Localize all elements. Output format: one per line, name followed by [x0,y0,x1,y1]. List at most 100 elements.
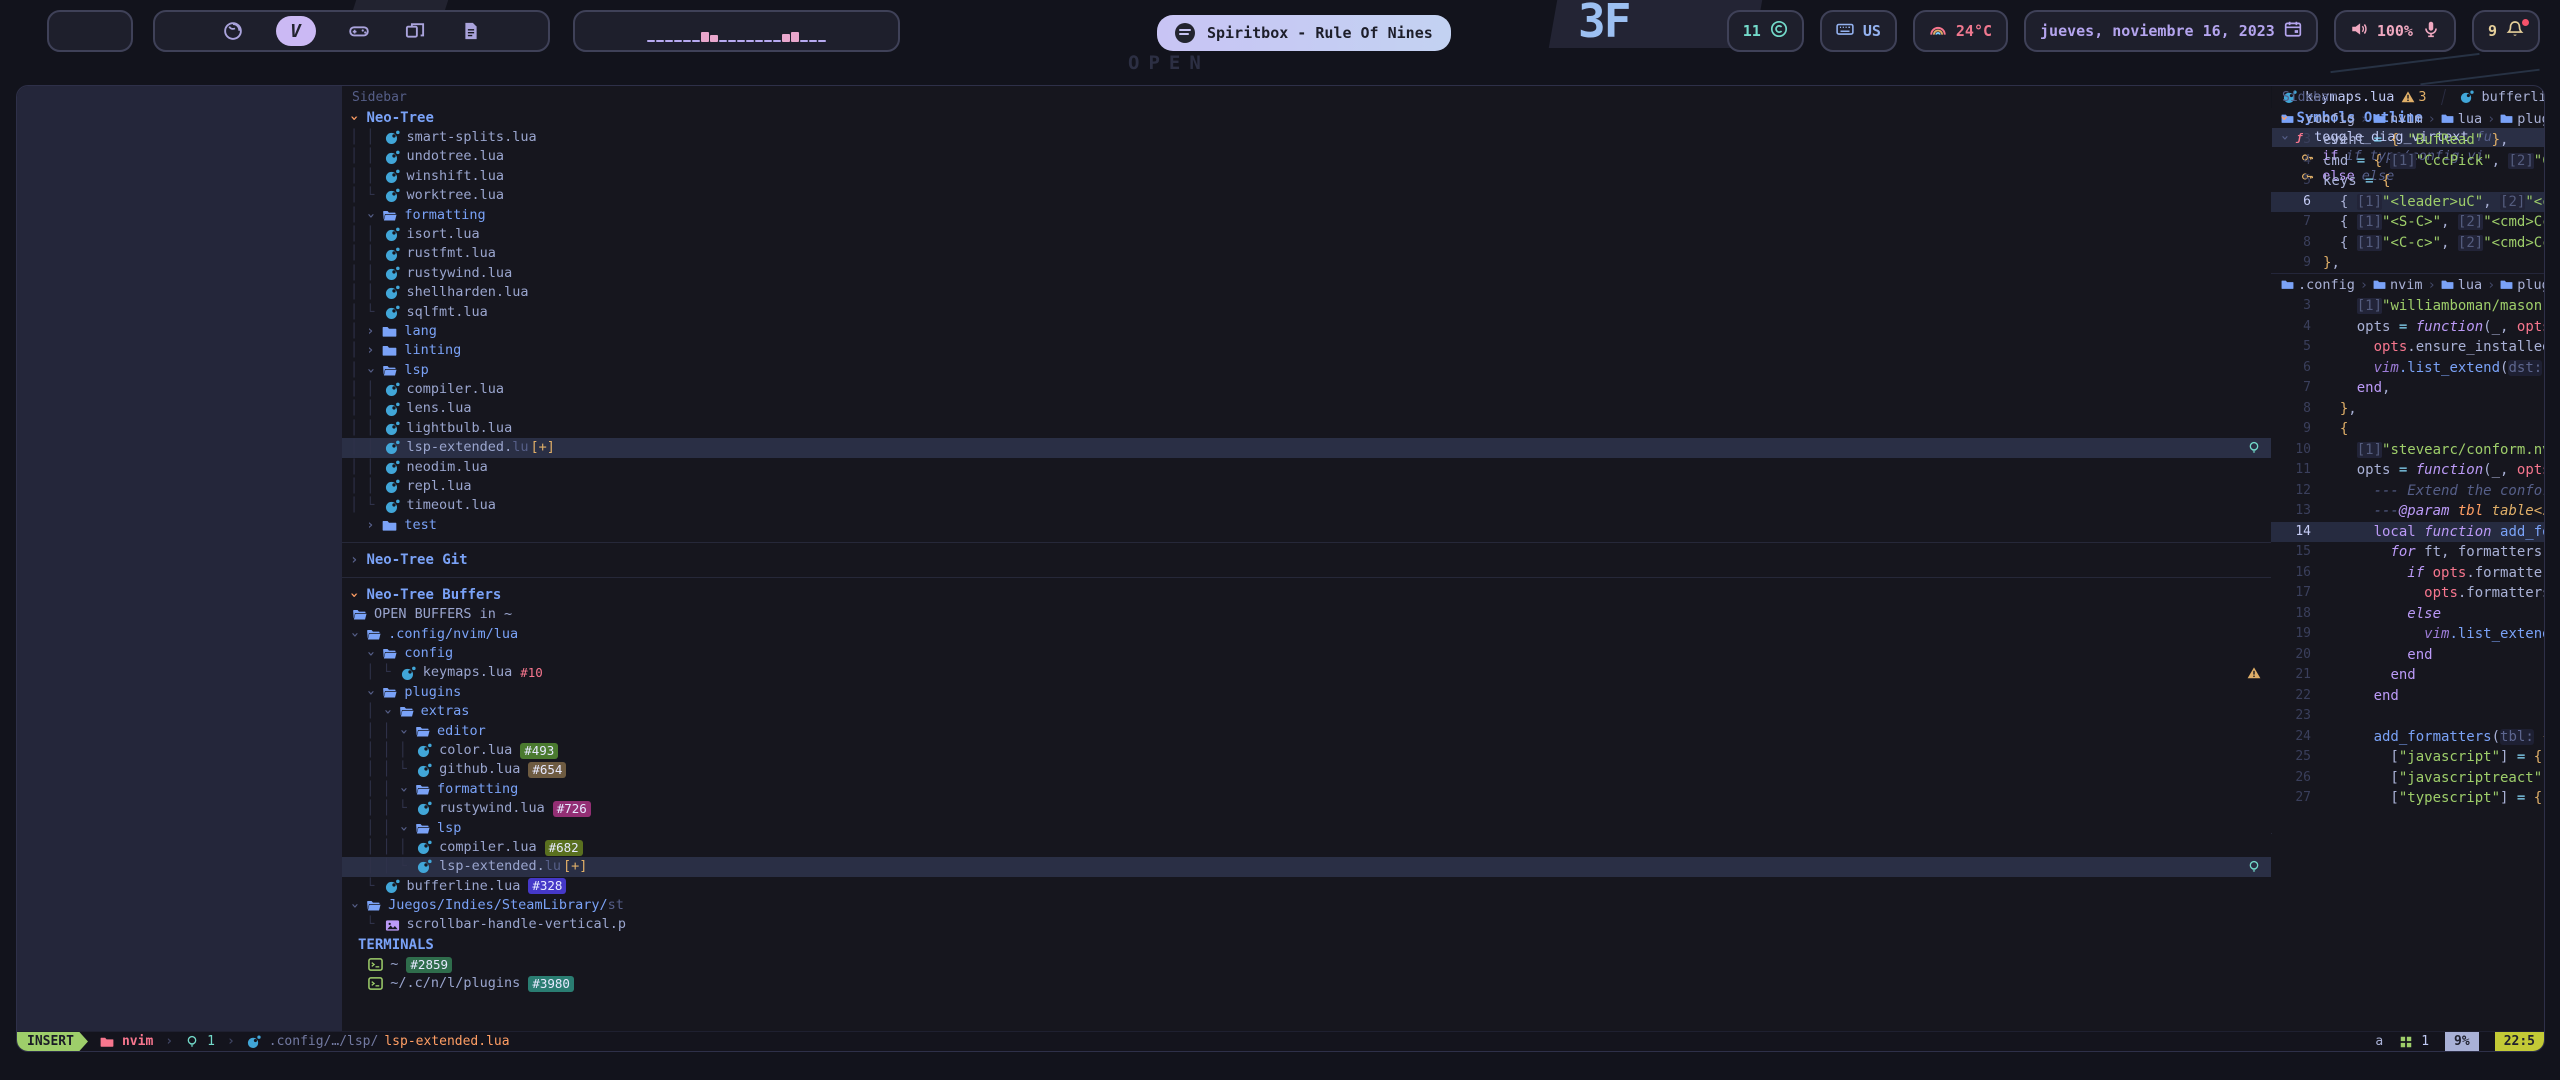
section-Neo-Tree[interactable]: ›Neo-Tree [342,108,2271,128]
modified-flag: [+] [563,857,587,876]
audio-visualizer [573,10,900,52]
music-player-pill[interactable]: Spiritbox - Rule Of Nines [1157,15,1451,51]
tree-item-neodim.lua[interactable]: │ │ neodim.lua [342,458,2271,477]
section-Neo-Tree Git[interactable]: ›Neo-Tree Git [342,550,2271,570]
launcher-button[interactable] [47,10,133,52]
workspace-firefox[interactable] [220,18,246,44]
tree-item-linting[interactable]: │ ›linting [342,341,2271,360]
terminal-icon [368,976,385,991]
tree-item-winshift.lua[interactable]: │ │ winshift.lua [342,167,2271,186]
line-number: 7 [2271,212,2323,233]
tree-item-undotree.lua[interactable]: │ │ undotree.lua [342,147,2271,166]
lua-icon [385,305,402,320]
breadcrumb-item[interactable]: nvim [2373,108,2423,130]
tree-item-smart-splits.lua[interactable]: │ │ smart-splits.lua [342,128,2271,147]
breadcrumb-item[interactable]: nvim [2373,274,2423,296]
breadcrumb-item[interactable]: lua [2441,108,2482,130]
section-separator [342,542,2271,543]
tree-item-OPEN BUFFERS in ~[interactable]: OPEN BUFFERS in ~ [342,605,2271,624]
tree-item-scrollbar-handle-vertical.p[interactable]: └ scrollbar-handle-vertical.p [342,915,2271,934]
code-line: 8 { [1]"<C-c>", [2]"<cmd>CccPick<cr>", d… [2271,233,2545,254]
warning-icon [2247,666,2261,680]
module-weather[interactable]: 24°C [1913,10,2008,52]
module-keyboard-layout[interactable]: US [1820,10,1897,52]
breadcrumb-text: nvim [2390,108,2423,130]
tree-item-bufferline.lua[interactable]: └ bufferline.lua#328 [342,877,2271,896]
tree-item-shellharden.lua[interactable]: │ │ shellharden.lua [342,283,2271,302]
section-Neo-Tree Buffers[interactable]: ›Neo-Tree Buffers [342,585,2271,605]
code-line: 9}, [2271,253,2545,274]
breadcrumb-item[interactable]: plugins [2500,274,2545,296]
buffer-number-badge: #726 [553,801,591,817]
tree-item-test[interactable]: ›test [342,516,2271,535]
tree-item-Juegos/Indies/SteamLibrary/[interactable]: ›Juegos/Indies/SteamLibrary/st [342,896,2271,915]
section-TERMINALS[interactable]: TERMINALS [342,935,2271,955]
module-notifications[interactable]: 9 [2472,10,2540,52]
tree-item-~[interactable]: ~#2859 [342,955,2271,974]
tree-item-color.lua[interactable]: │ │ │ color.lua#493 [342,741,2271,760]
lua-icon [385,266,402,281]
tree-item-sqlfmt.lua[interactable]: │ └ sqlfmt.lua [342,303,2271,322]
line-number: 9 [2271,419,2323,440]
tree-item-worktree.lua[interactable]: │ └ worktree.lua [342,186,2271,205]
tree-item-config[interactable]: ›config [342,644,2271,663]
breadcrumb-item[interactable]: lua [2441,274,2482,296]
tree-item-formatting[interactable]: │ ›formatting [342,206,2271,225]
tree-item-label: editor [437,722,486,741]
tree-item-formatting[interactable]: │ │ ›formatting [342,780,2271,799]
tree-item-repl.lua[interactable]: │ │ repl.lua [342,477,2271,496]
tree-item-compiler.lua[interactable]: │ │ compiler.lua [342,380,2271,399]
tree-item-lsp[interactable]: │ ›lsp [342,361,2271,380]
tree-item-editor[interactable]: │ │ ›editor [342,722,2271,741]
buffer-number-badge: #682 [545,840,583,856]
code-line: 17 opts.formatters_by_ft[ft] = formatter… [2271,583,2545,604]
code-line: 27 ["typescript"] = { "rustywind" }, [2271,788,2545,809]
tree-item-lens.lua[interactable]: │ │ lens.lua [342,399,2271,418]
tree-item-extras[interactable]: │ ›extras [342,702,2271,721]
tree-item-label: test [404,516,437,535]
tree-item-.config/nvim/lua[interactable]: ›.config/nvim/lua [342,625,2271,644]
lua-icon [247,1035,263,1049]
notifications-label: 9 [2488,22,2497,40]
line-number: 20 [2271,645,2323,666]
line-number: 12 [2271,481,2323,502]
tree-item-github.lua[interactable]: │ │ └ github.lua#654 [342,760,2271,779]
workspace-controller[interactable] [346,18,372,44]
tree-item-keymaps.lua[interactable]: │ └ keymaps.lua#10 [342,663,2271,682]
tree-item-plugins[interactable]: ›plugins [342,683,2271,702]
tree-item-isort.lua[interactable]: │ │ isort.lua [342,225,2271,244]
code-line: 6 { [1]"<leader>uC", [2]"<cmd>CccHighlig… [2271,192,2545,213]
tree-item-lsp-extended.[interactable]: │ │ └ lsp-extended.lu[+] [342,857,2271,876]
chevron-down-icon: › [361,366,380,374]
tree-item-lang[interactable]: │ ›lang [342,322,2271,341]
code-line: 4cmd = { [1]"CccPick", [2]"CccConvert", … [2271,151,2545,172]
workspace-vim[interactable]: V [276,16,316,46]
code-line: 10 [1]"stevearc/conform.nvim", [2271,440,2545,461]
breadcrumb-item[interactable]: .config [2281,274,2355,296]
tree-item-~/.c/n/l/plugins[interactable]: ~/.c/n/l/plugins#3980 [342,974,2271,993]
code-line: 21 end [2271,665,2545,686]
tree-item-lightbulb.lua[interactable]: │ │ lightbulb.lua [342,419,2271,438]
cwd-indicator[interactable]: nvim [100,1034,153,1049]
lua-icon [385,440,402,455]
current-file[interactable]: .config/…/lsp/lsp-extended.lua [247,1034,510,1049]
tree-item-lsp[interactable]: │ │ ›lsp [342,819,2271,838]
workspace-document[interactable] [458,18,484,44]
folder-icon [382,343,399,358]
breadcrumb-item[interactable]: plugins [2500,108,2545,130]
tree-item-rustywind.lua[interactable]: │ │ rustywind.lua [342,264,2271,283]
module-clock[interactable]: jueves, noviembre 16, 2023 [2024,10,2318,52]
module-volume[interactable]: 100% [2334,10,2456,52]
tree-item-compiler.lua[interactable]: │ │ │ compiler.lua#682 [342,838,2271,857]
chevron-down-icon: › [344,591,364,599]
tree-item-label: isort.lua [407,225,480,244]
tree-item-timeout.lua[interactable]: │ └ timeout.lua [342,496,2271,515]
tree-item-rustywind.lua[interactable]: │ │ └ rustywind.lua#726 [342,799,2271,818]
editor-pane-color: .config›nvim›lua›plugins›extras›editor›c… [2271,108,2545,274]
buffer-number-badge: #3980 [528,976,574,992]
tree-item-lsp-extended.[interactable]: │ │ lsp-extended.lu[+] [342,438,2271,457]
tree-item-label: compiler.lua [439,838,537,857]
workspace-windows[interactable] [402,18,428,44]
tree-item-rustfmt.lua[interactable]: │ │ rustfmt.lua [342,244,2271,263]
module-updates[interactable]: 11 [1727,10,1804,52]
